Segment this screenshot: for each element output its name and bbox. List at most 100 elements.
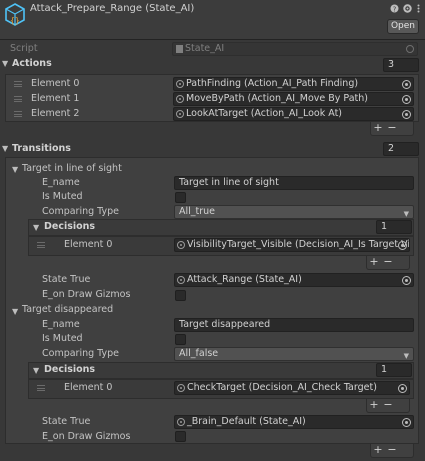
settings-icon[interactable] <box>403 4 412 13</box>
transitions-size-field[interactable]: 2 <box>383 142 419 156</box>
object-picker-icon[interactable] <box>402 80 411 89</box>
open-button[interactable]: Open <box>387 19 419 34</box>
help-icon[interactable]: ? <box>390 4 399 13</box>
state-true-label: State True <box>42 274 91 285</box>
decision-object-field[interactable]: CheckTarget (Decision_AI_Check Target) <box>174 381 410 395</box>
comparing-type-label: Comparing Type <box>42 348 119 359</box>
scriptable-object-icon: {} <box>4 3 26 27</box>
decision-object-field[interactable]: VisibilityTarget_Visible (Decision_AI_Is… <box>174 238 410 252</box>
actions-size-field[interactable]: 3 <box>383 58 419 72</box>
draw-gizmos-label: E_on Draw Gizmos <box>42 431 131 442</box>
asset-icon <box>176 95 184 103</box>
asset-icon <box>177 418 185 426</box>
script-file-icon <box>176 45 183 53</box>
action-value: MoveByPath (Action_AI_Move By Path) <box>186 93 368 104</box>
action-object-field[interactable]: PathFinding (Action_AI_Path Finding) <box>173 77 414 91</box>
remove-element-button[interactable]: − <box>385 122 399 134</box>
e-name-label: E_name <box>42 319 80 330</box>
decisions-label[interactable]: Decisions <box>44 363 95 377</box>
action-element-label: Element 0 <box>31 78 80 89</box>
add-element-button[interactable]: + <box>371 444 385 456</box>
draw-gizmos-checkbox[interactable] <box>175 431 186 442</box>
object-picker-icon <box>406 45 414 53</box>
transitions-add-remove: + − <box>370 444 414 458</box>
e-name-label: E_name <box>42 177 80 188</box>
is-muted-checkbox[interactable] <box>175 192 186 203</box>
svg-text:?: ? <box>393 5 397 13</box>
decision-value: VisibilityTarget_Visible (Decision_AI_Is… <box>187 239 410 250</box>
state-true-field[interactable]: _Brain_Default (State_AI) <box>174 415 414 429</box>
script-value: State_AI <box>185 43 225 54</box>
kebab-menu-icon[interactable] <box>414 4 423 13</box>
action-value: PathFinding (Action_AI_Path Finding) <box>186 78 359 89</box>
drag-handle-icon[interactable] <box>37 242 45 248</box>
state-true-value: _Brain_Default (State_AI) <box>187 416 306 427</box>
e-name-field[interactable]: Target in line of sight <box>174 176 414 190</box>
transitions-label[interactable]: Transitions <box>12 142 71 156</box>
comparing-type-dropdown[interactable]: All_false ▼ <box>174 347 414 361</box>
decisions-size-field[interactable]: 1 <box>376 220 412 234</box>
script-field: State_AI <box>172 42 418 56</box>
asset-icon <box>176 80 184 88</box>
transition-foldout-icon[interactable]: ▼ <box>12 307 18 316</box>
decision-element-label: Element 0 <box>64 382 113 393</box>
remove-element-button[interactable]: − <box>381 399 395 411</box>
transition-header[interactable]: Target in line of sight <box>22 162 122 176</box>
object-picker-icon[interactable] <box>402 110 411 119</box>
drag-handle-icon[interactable] <box>37 385 45 391</box>
comparing-type-value: All_false <box>179 348 219 359</box>
decisions-foldout-icon[interactable]: ▼ <box>33 366 39 375</box>
draw-gizmos-checkbox[interactable] <box>175 290 186 301</box>
dropdown-arrow-icon: ▼ <box>403 352 409 360</box>
actions-add-remove: + − <box>370 122 414 136</box>
state-true-field[interactable]: Attack_Range (State_AI) <box>174 273 414 287</box>
action-element-label: Element 1 <box>31 93 80 104</box>
dropdown-arrow-icon: ▼ <box>403 210 409 218</box>
state-true-value: Attack_Range (State_AI) <box>187 274 302 285</box>
decisions-foldout-icon[interactable]: ▼ <box>33 223 39 232</box>
action-element-label: Element 2 <box>31 108 80 119</box>
actions-foldout-icon[interactable]: ▼ <box>2 59 8 68</box>
script-label: Script <box>10 43 38 54</box>
e-name-field[interactable]: Target disappeared <box>174 318 414 332</box>
drag-handle-icon[interactable] <box>14 111 22 117</box>
object-picker-icon[interactable] <box>398 384 407 393</box>
is-muted-checkbox[interactable] <box>175 334 186 345</box>
action-value: LookAtTarget (Action_AI_Look At) <box>186 108 343 119</box>
comparing-type-label: Comparing Type <box>42 206 119 217</box>
transition-foldout-icon[interactable]: ▼ <box>12 165 18 174</box>
object-picker-icon[interactable] <box>402 418 411 427</box>
object-picker-icon[interactable] <box>398 241 407 250</box>
add-element-button[interactable]: + <box>367 256 381 268</box>
transition-header[interactable]: Target disappeared <box>22 303 113 317</box>
object-picker-icon[interactable] <box>402 95 411 104</box>
drag-handle-icon[interactable] <box>14 96 22 102</box>
asset-icon <box>177 384 185 392</box>
decisions-label[interactable]: Decisions <box>44 220 95 234</box>
comparing-type-dropdown[interactable]: All_true ▼ <box>174 205 414 219</box>
transitions-foldout-icon[interactable]: ▼ <box>2 144 8 153</box>
decisions-add-remove: + − <box>366 256 410 270</box>
remove-element-button[interactable]: − <box>381 256 395 268</box>
svg-text:{}: {} <box>10 16 20 25</box>
remove-element-button[interactable]: − <box>385 444 399 456</box>
add-element-button[interactable]: + <box>367 399 381 411</box>
asset-icon <box>177 241 185 249</box>
asset-icon <box>176 110 184 118</box>
actions-label[interactable]: Actions <box>12 57 52 71</box>
decision-value: CheckTarget (Decision_AI_Check Target) <box>187 382 377 393</box>
action-object-field[interactable]: LookAtTarget (Action_AI_Look At) <box>173 107 414 121</box>
comparing-type-value: All_true <box>179 206 216 217</box>
is-muted-label: Is Muted <box>42 191 83 202</box>
drag-handle-icon[interactable] <box>14 81 22 87</box>
is-muted-label: Is Muted <box>42 333 83 344</box>
object-picker-icon[interactable] <box>402 276 411 285</box>
decisions-size-field[interactable]: 1 <box>376 363 412 377</box>
inspector-title: Attack_Prepare_Range (State_AI) <box>30 3 195 14</box>
decisions-add-remove: + − <box>366 399 410 413</box>
state-true-label: State True <box>42 416 91 427</box>
action-object-field[interactable]: MoveByPath (Action_AI_Move By Path) <box>173 92 414 106</box>
asset-icon <box>177 276 185 284</box>
add-element-button[interactable]: + <box>371 122 385 134</box>
draw-gizmos-label: E_on Draw Gizmos <box>42 289 131 300</box>
